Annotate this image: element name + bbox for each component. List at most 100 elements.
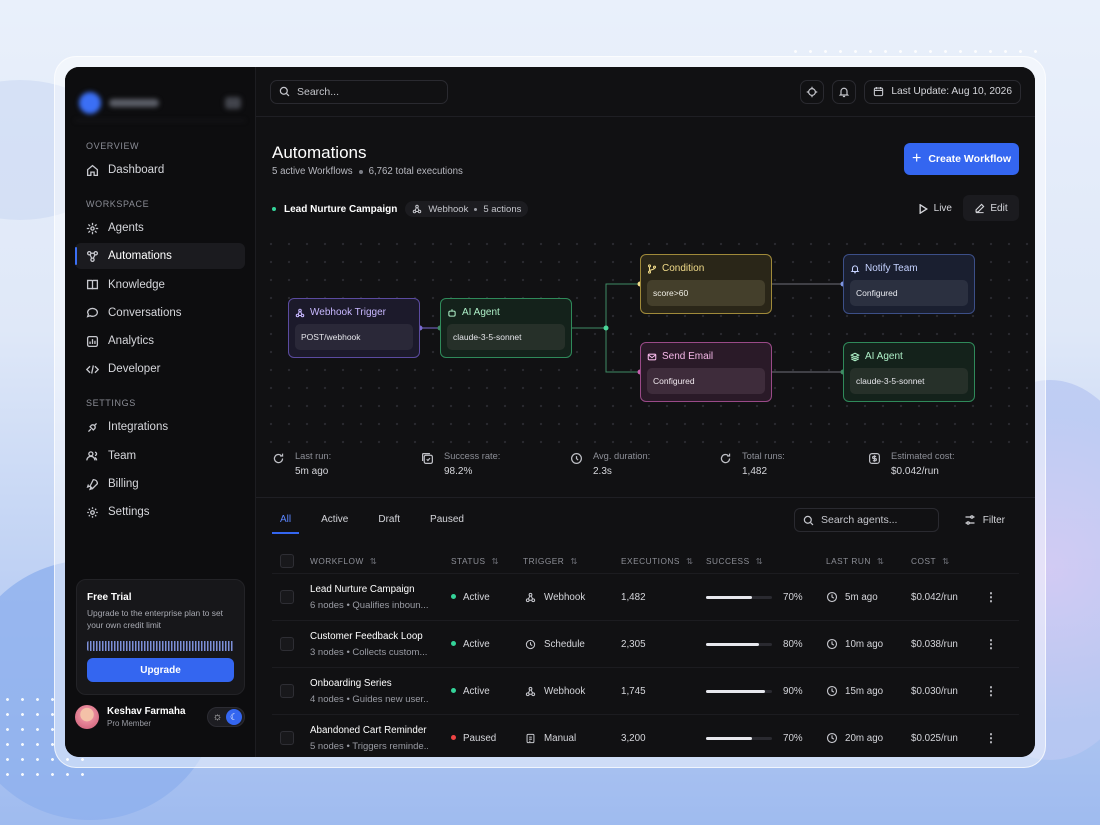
col-executions[interactable]: EXECUTIONS ⇅ — [621, 556, 693, 566]
filter-button[interactable]: Filter — [964, 514, 1005, 526]
node-ai-agent-2[interactable]: AI Agent claude-3-5-sonnet — [843, 342, 975, 402]
calendar-icon — [874, 87, 884, 97]
node-condition[interactable]: Condition score>60 — [640, 254, 772, 314]
document-icon — [526, 733, 535, 743]
cost-cell: $0.042/run — [911, 591, 958, 603]
webhook-icon — [413, 204, 422, 214]
code-icon — [86, 365, 99, 374]
bell-icon — [850, 264, 860, 273]
col-cost[interactable]: COST ⇅ — [911, 556, 950, 566]
create-workflow-button[interactable]: + Create Workflow — [904, 143, 1019, 175]
sort-icon: ⇅ — [755, 556, 764, 566]
trial-title: Free Trial — [87, 592, 132, 603]
row-checkbox[interactable] — [280, 684, 294, 698]
more-options-icon[interactable]: ⋮ — [985, 590, 997, 604]
col-status[interactable]: STATUS ⇅ — [451, 556, 499, 566]
more-options-icon[interactable]: ⋮ — [985, 731, 997, 745]
tab-draft[interactable]: Draft — [370, 510, 408, 534]
user-profile[interactable]: Keshav Farmaha Pro Member ☼ ☾ — [75, 705, 245, 729]
automations-icon — [86, 250, 99, 262]
sidebar-item-agents[interactable]: Agents — [75, 215, 245, 241]
col-workflow[interactable]: WORKFLOW ⇅ — [310, 556, 377, 566]
col-success[interactable]: SUCCESS ⇅ — [706, 556, 763, 566]
tab-paused[interactable]: Paused — [422, 510, 472, 534]
workflow-header: Lead Nurture Campaign Webhook 5 actions — [272, 201, 529, 217]
sidebar-item-settings[interactable]: Settings — [75, 499, 245, 525]
stat-success-rate: Success rate: 98.2% — [421, 451, 570, 477]
node-ai-agent[interactable]: AI Agent claude-3-5-sonnet — [440, 298, 572, 358]
table-row[interactable]: Onboarding Series 4 nodes • Guides new u… — [272, 667, 1019, 714]
col-trigger[interactable]: TRIGGER ⇅ — [523, 556, 578, 566]
sidebar-item-billing[interactable]: Billing — [75, 471, 245, 497]
sidebar-item-developer[interactable]: Developer — [75, 356, 245, 382]
live-button[interactable]: Live — [919, 203, 952, 214]
node-webhook-trigger[interactable]: Webhook Trigger POST/webhook — [288, 298, 420, 358]
agents-icon — [86, 222, 99, 234]
cost-cell: $0.030/run — [911, 685, 958, 697]
agent-search-input[interactable]: Search agents... — [794, 508, 939, 532]
play-icon — [919, 203, 928, 214]
more-options-icon[interactable]: ⋮ — [985, 637, 997, 651]
sidebar-item-team[interactable]: Team — [75, 443, 245, 469]
workflow-name: Lead Nurture Campaign — [284, 203, 398, 215]
trigger-cell: Webhook — [525, 686, 585, 697]
node-send-email[interactable]: Send Email Configured — [640, 342, 772, 402]
workflow-desc: 3 nodes • Collects custom... — [310, 646, 428, 658]
sidebar: OVERVIEW Dashboard WORKSPACE Agents Auto… — [65, 67, 255, 757]
edit-button[interactable]: Edit — [963, 195, 1019, 221]
table-row[interactable]: Customer Feedback Loop 3 nodes • Collect… — [272, 620, 1019, 667]
timer-icon — [571, 453, 582, 464]
stat-avg-duration: Avg. duration: 2.3s — [570, 451, 719, 477]
col-last-run[interactable]: LAST RUN ⇅ — [826, 556, 884, 566]
moon-icon: ☾ — [226, 709, 242, 725]
table-row[interactable]: Lead Nurture Campaign 6 nodes • Qualifie… — [272, 573, 1019, 620]
row-checkbox[interactable] — [280, 637, 294, 651]
notifications-button[interactable] — [832, 79, 857, 104]
theme-toggle[interactable]: ☼ ☾ — [207, 707, 245, 727]
crosshair-button[interactable] — [800, 79, 825, 104]
page-title: Automations — [272, 143, 367, 162]
trigger-cell: Schedule — [525, 639, 585, 650]
last-update-button[interactable]: Last Update: Aug 10, 2026 — [864, 79, 1021, 104]
node-notify-team[interactable]: Notify Team Configured — [843, 254, 975, 314]
sort-icon: ⇅ — [491, 556, 499, 566]
upgrade-button[interactable]: Upgrade — [87, 658, 234, 682]
more-options-icon[interactable]: ⋮ — [985, 684, 997, 698]
sidebar-item-conversations[interactable]: Conversations — [75, 300, 245, 326]
search-input[interactable]: Search... — [270, 79, 448, 104]
sidebar-item-integrations[interactable]: Integrations — [75, 414, 245, 440]
select-all-checkbox[interactable] — [280, 554, 294, 568]
workflow-cell[interactable]: Abandoned Cart Reminder 5 nodes • Trigge… — [310, 725, 428, 752]
table-row[interactable]: Abandoned Cart Reminder 5 nodes • Trigge… — [272, 714, 1019, 757]
sidebar-item-knowledge[interactable]: Knowledge — [75, 272, 245, 298]
workflow-cell[interactable]: Lead Nurture Campaign 6 nodes • Qualifie… — [310, 584, 428, 611]
workflow-cell[interactable]: Onboarding Series 4 nodes • Guides new u… — [310, 678, 428, 705]
status-dot — [451, 735, 456, 741]
executions-cell: 2,305 — [621, 638, 646, 650]
last-run-cell: 5m ago — [826, 591, 878, 603]
success-progress-fill — [706, 642, 759, 646]
workflow-canvas[interactable]: Webhook Trigger POST/webhook AI Agent cl… — [256, 229, 1035, 444]
sort-icon: ⇅ — [942, 556, 950, 566]
rocket-icon — [86, 478, 99, 490]
crosshair-icon — [807, 86, 818, 97]
sidebar-item-automations[interactable]: Automations — [75, 243, 245, 270]
section-label-settings: SETTINGS — [86, 398, 136, 409]
home-icon — [86, 164, 99, 176]
sort-icon: ⇅ — [369, 556, 378, 566]
row-checkbox[interactable] — [280, 731, 294, 745]
row-checkbox[interactable] — [280, 590, 294, 604]
sidebar-item-analytics[interactable]: Analytics — [75, 328, 245, 354]
logo[interactable] — [75, 85, 245, 121]
dollar-icon — [869, 453, 880, 464]
section-label-overview: OVERVIEW — [86, 141, 140, 151]
status-badge: Active — [451, 639, 490, 650]
workflow-name: Customer Feedback Loop — [310, 630, 423, 642]
workflow-cell[interactable]: Customer Feedback Loop 3 nodes • Collect… — [310, 631, 428, 658]
free-trial-card: Free Trial Upgrade to the enterprise pla… — [76, 579, 245, 695]
tab-active[interactable]: Active — [313, 510, 356, 534]
tab-all[interactable]: All — [272, 510, 300, 534]
table-header: WORKFLOW ⇅ STATUS ⇅ TRIGGER ⇅ EXECUTIONS ⇅ S… — [272, 549, 1019, 573]
user-name: Keshav Farmaha — [107, 706, 186, 717]
sidebar-item-dashboard[interactable]: Dashboard — [75, 157, 245, 183]
